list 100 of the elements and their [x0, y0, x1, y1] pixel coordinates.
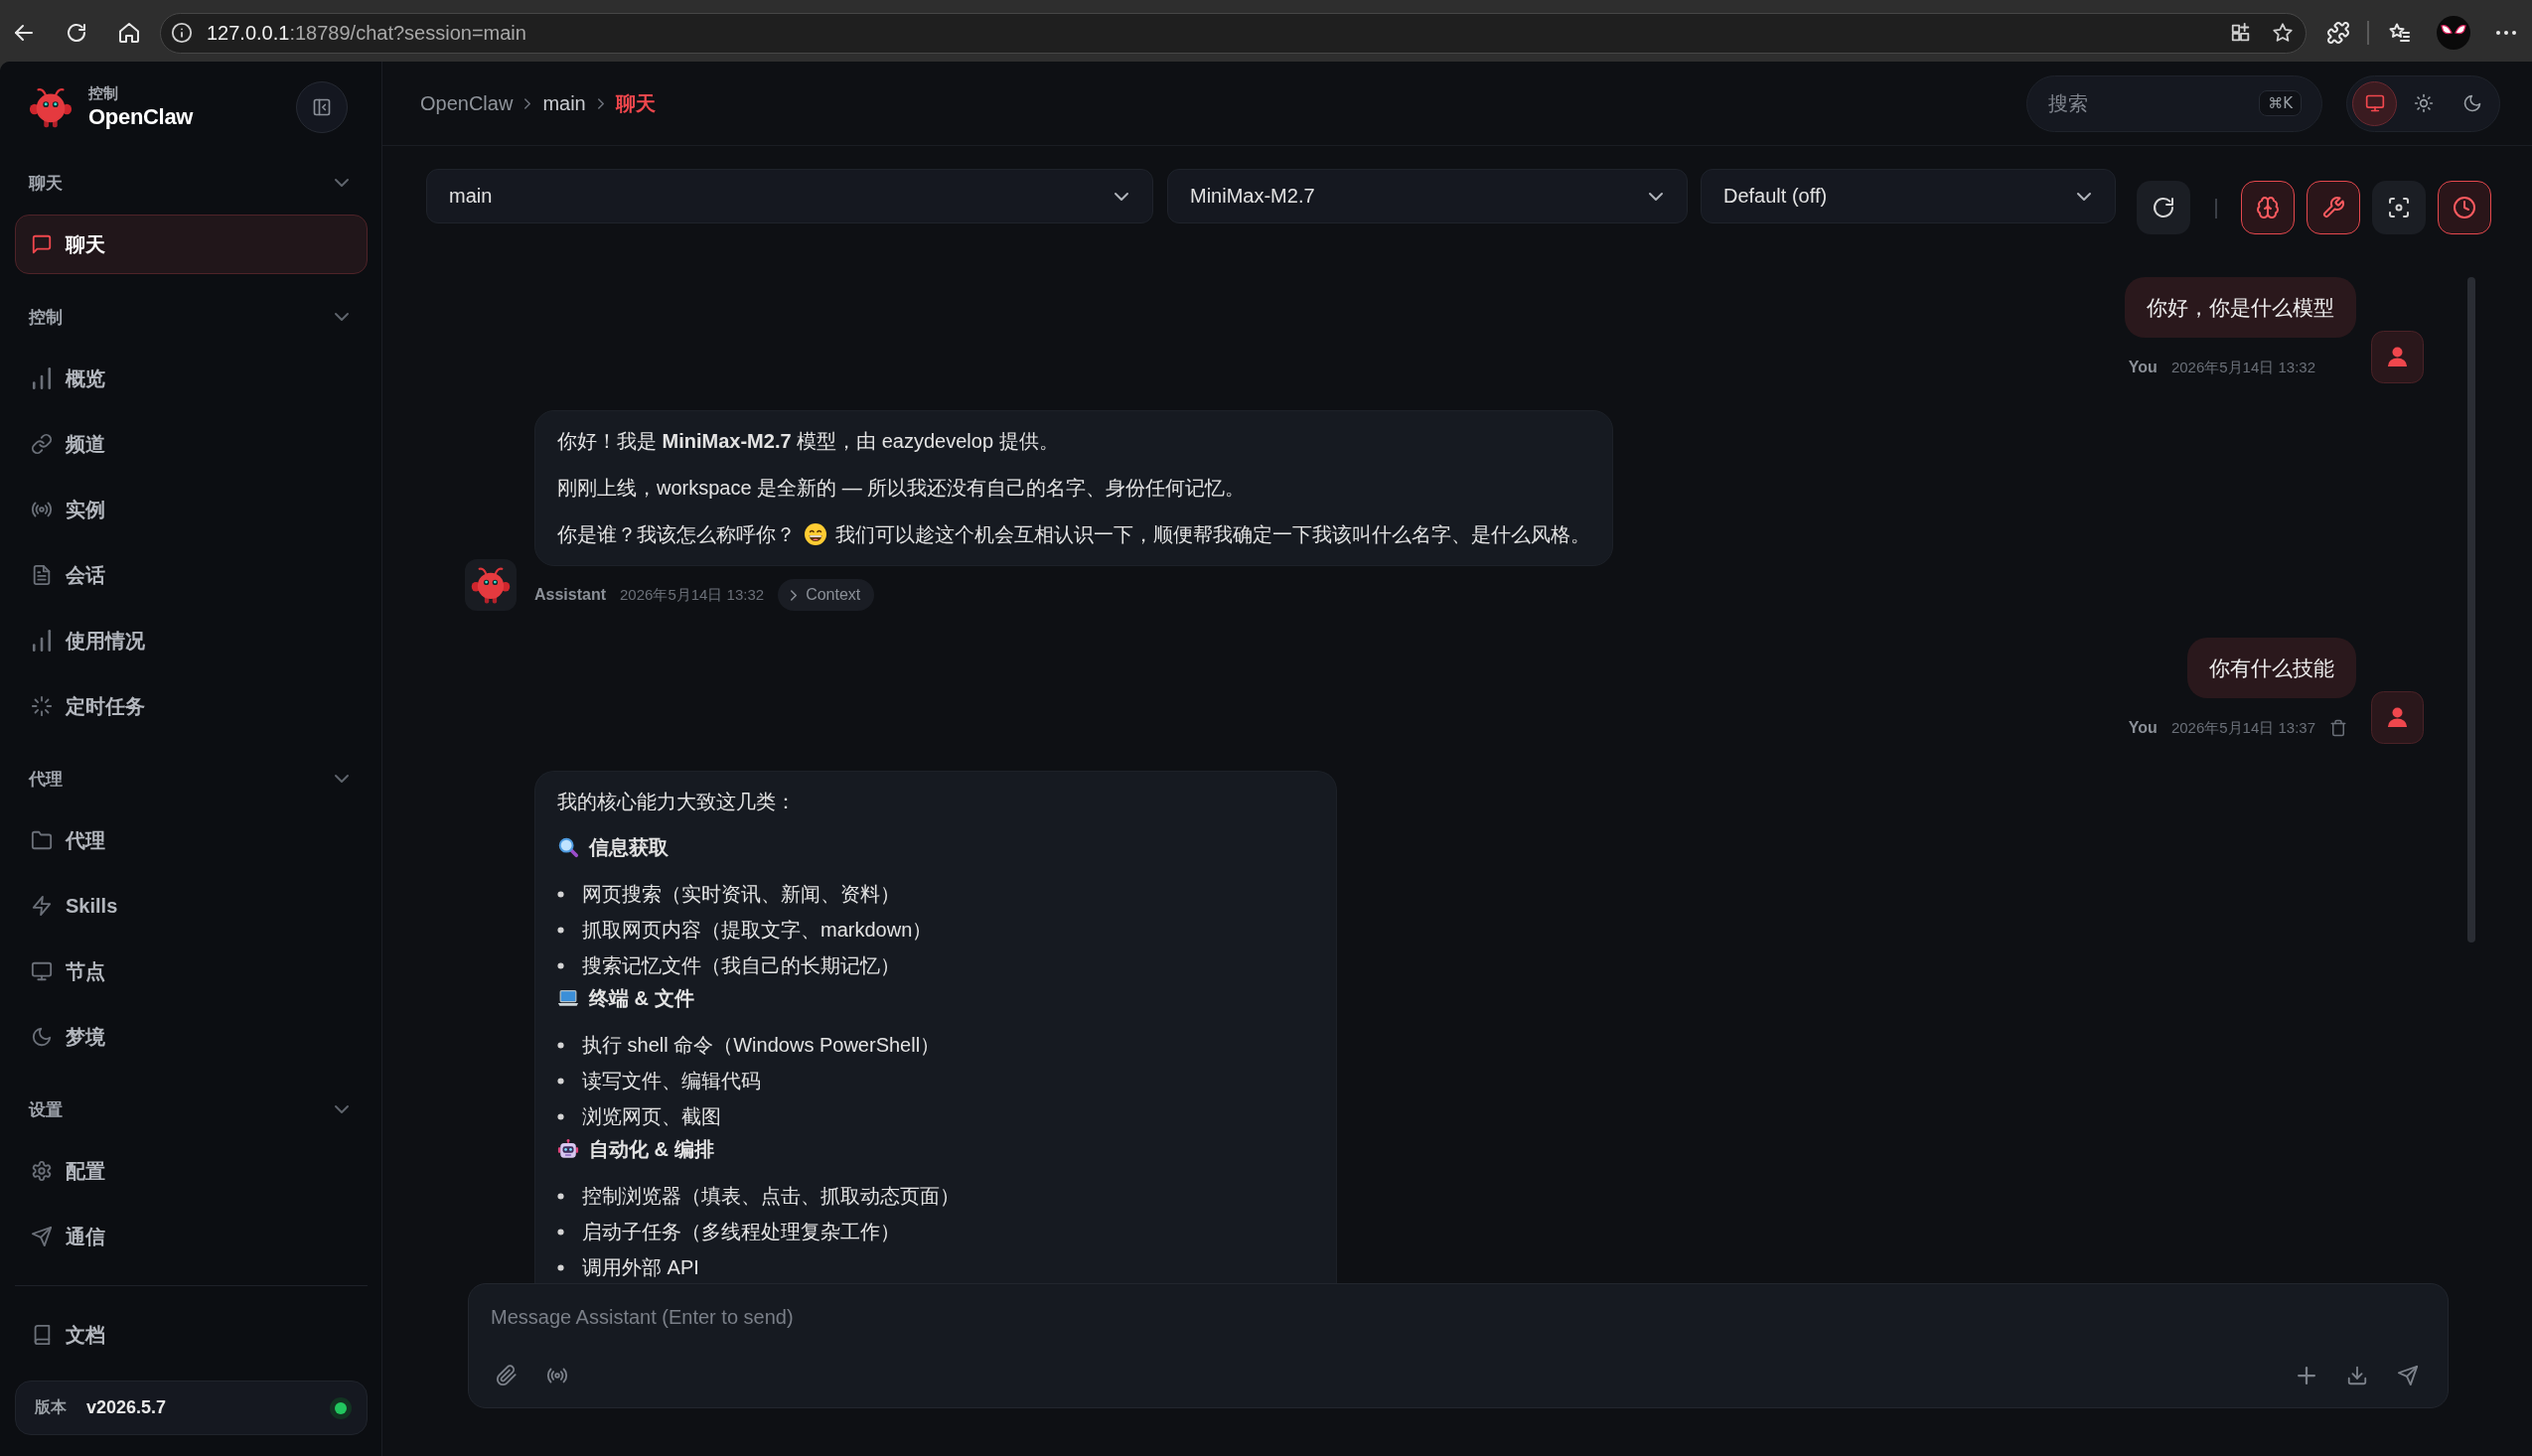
- refresh-icon: [2152, 196, 2175, 219]
- clock-icon: [2453, 196, 2476, 219]
- nav-item[interactable]: 代理: [15, 810, 368, 870]
- user-message: 你好，你是什么模型: [2125, 277, 2356, 338]
- folder-icon: [31, 829, 53, 851]
- nav-item[interactable]: 配置: [15, 1141, 368, 1201]
- shortcut-hint: ⌘K: [2259, 90, 2302, 116]
- search-field[interactable]: 搜索 ⌘K: [2026, 74, 2322, 132]
- focus-button[interactable]: [2372, 181, 2426, 234]
- moon-icon: [2461, 93, 2482, 113]
- bullet-icon: [557, 926, 564, 934]
- message-time: 2026年5月14日 13:32: [2170, 358, 2315, 377]
- message-text: 刚刚上线，workspace 是全新的 — 所以我还没有自己的名字、身份任何记忆。: [557, 477, 1246, 499]
- trash-icon[interactable]: [2329, 719, 2347, 737]
- refresh-button[interactable]: [2137, 181, 2190, 234]
- search-input[interactable]: 搜索: [2048, 91, 2260, 115]
- monitor-icon: [2364, 93, 2385, 113]
- chevron-down-icon: [2077, 192, 2091, 201]
- section-header[interactable]: 代理: [15, 759, 368, 799]
- paper-plane-icon: [31, 1226, 53, 1247]
- message-composer[interactable]: Message Assistant (Enter to send): [468, 1283, 2449, 1408]
- laptop-icon: [557, 987, 579, 1009]
- nav-item[interactable]: 梦境: [15, 1007, 368, 1067]
- bullet-icon: [557, 890, 564, 898]
- chevron-right-icon: [597, 97, 604, 109]
- chevron-down-icon: [1115, 192, 1128, 201]
- bar-chart-icon: [31, 630, 53, 652]
- scrollbar-thumb[interactable]: [2467, 277, 2475, 943]
- chevron-down-icon: [335, 313, 349, 321]
- chevron-right-icon: [791, 589, 798, 601]
- chat-bubble-icon: [31, 233, 53, 255]
- bullet-icon: [557, 1263, 564, 1271]
- nav-item[interactable]: 使用情况: [15, 611, 368, 670]
- nav-item[interactable]: 文档: [15, 1305, 368, 1365]
- brand-name: OpenClaw: [88, 103, 194, 131]
- focus-scan-icon: [2387, 196, 2411, 219]
- profile-avatar-icon[interactable]: [2437, 16, 2470, 50]
- brain-button[interactable]: [2241, 181, 2295, 234]
- context-toggle[interactable]: Context: [778, 579, 875, 611]
- download-icon: [2346, 1365, 2368, 1386]
- sun-icon: [2413, 93, 2434, 113]
- list-item: 网页搜索（实时资讯、新闻、资料）: [582, 882, 900, 907]
- nav-item[interactable]: 聊天: [15, 215, 368, 274]
- chevron-down-icon: [1649, 192, 1663, 201]
- monitor-icon: [31, 960, 53, 982]
- user-avatar-icon: [2371, 691, 2424, 744]
- nav-item[interactable]: 通信: [15, 1207, 368, 1266]
- user-avatar-icon: [2371, 331, 2424, 383]
- nav-item[interactable]: 节点: [15, 942, 368, 1001]
- address-bar[interactable]: 127.0.0.1:18789/chat?session=main: [160, 12, 2307, 54]
- sender-name: You: [2128, 719, 2158, 737]
- dropdown-select[interactable]: Default (off): [1701, 169, 2116, 223]
- lightning-icon: [31, 895, 53, 917]
- breadcrumb-link[interactable]: OpenClaw: [420, 91, 514, 115]
- grinning-face-icon: [804, 522, 827, 546]
- info-icon: [171, 22, 193, 44]
- section-heading: 自动化 & 编排: [589, 1137, 714, 1162]
- sidebar-panel-icon: [312, 97, 332, 117]
- clock-button[interactable]: [2438, 181, 2491, 234]
- list-item: 调用外部 API: [582, 1255, 699, 1280]
- nav-item[interactable]: Skills: [15, 876, 368, 936]
- loader-icon: [31, 695, 53, 717]
- reload-icon: [65, 21, 88, 45]
- nav-item[interactable]: 定时任务: [15, 676, 368, 736]
- mascot-avatar-icon: [465, 559, 517, 611]
- link-icon: [31, 433, 53, 455]
- bullet-icon: [557, 961, 564, 969]
- split-screen-add-icon[interactable]: [2230, 22, 2252, 44]
- url-text: 127.0.0.1:18789/chat?session=main: [207, 21, 526, 45]
- message-time: 2026年5月14日 13:32: [620, 585, 765, 605]
- list-item: 搜索记忆文件（我自己的长期记忆）: [582, 953, 900, 978]
- nav-item[interactable]: 概览: [15, 349, 368, 408]
- home-icon: [117, 21, 141, 45]
- section-header[interactable]: 控制: [15, 297, 368, 337]
- plus-icon: [2298, 1367, 2315, 1384]
- nav-item[interactable]: 会话: [15, 545, 368, 605]
- message-input[interactable]: Message Assistant (Enter to send): [469, 1295, 2448, 1339]
- version-label: 版本: [35, 1397, 67, 1417]
- message-text: 我们可以趁这个机会互相认识一下，顺便帮我确定一下我该叫什么名字、是什么风格。: [835, 523, 1590, 545]
- section-header[interactable]: 聊天: [15, 163, 368, 203]
- star-icon[interactable]: [2272, 22, 2294, 44]
- bullet-icon: [557, 1112, 564, 1120]
- section-heading: 终端 & 文件: [589, 986, 694, 1011]
- brand-caption: 控制: [88, 83, 119, 103]
- system-theme-button[interactable]: [2352, 80, 2397, 126]
- sender-name: You: [2128, 359, 2158, 376]
- dropdown-select[interactable]: main: [426, 169, 1153, 223]
- section-heading: 信息获取: [589, 835, 669, 860]
- section-header[interactable]: 设置: [15, 1090, 368, 1129]
- breadcrumb-link[interactable]: main: [542, 91, 586, 115]
- sidebar-toggle-button[interactable]: [296, 81, 348, 133]
- message-text: 你是谁？我该怎么称呼你？: [557, 523, 796, 545]
- chevron-down-icon: [335, 775, 349, 783]
- nav-item[interactable]: 实例: [15, 480, 368, 539]
- nav-item[interactable]: 频道: [15, 414, 368, 474]
- more-icon: [2496, 31, 2516, 35]
- wrench-button[interactable]: [2307, 181, 2360, 234]
- dropdown-select[interactable]: MiniMax-M2.7: [1167, 169, 1688, 223]
- chevron-down-icon: [335, 179, 349, 187]
- paperclip-icon: [496, 1365, 518, 1386]
